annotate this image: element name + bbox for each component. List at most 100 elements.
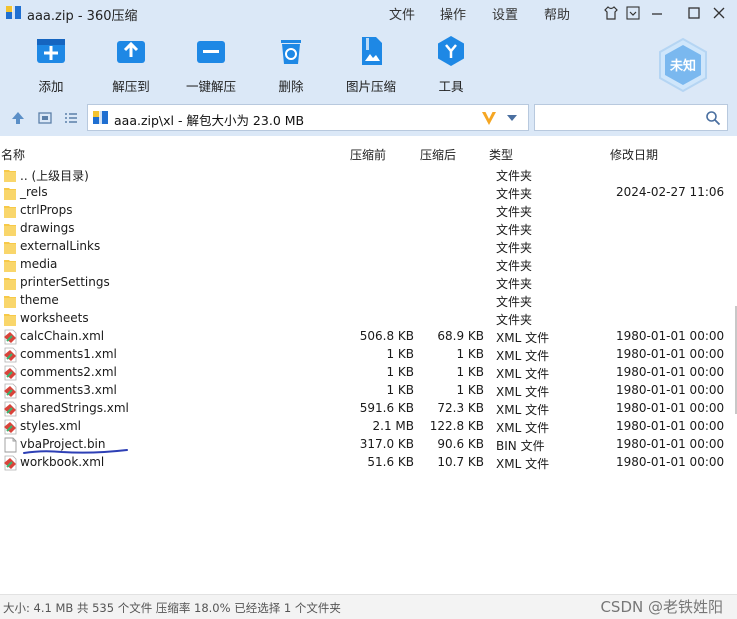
delete-button[interactable]: 删除	[256, 34, 326, 94]
column-header-after[interactable]: 压缩后	[420, 146, 456, 163]
table-row[interactable]: printerSettings 文件夹	[0, 274, 737, 292]
add-icon	[37, 39, 65, 63]
folder-icon	[4, 188, 16, 200]
table-row[interactable]: ctrlProps 文件夹	[0, 202, 737, 220]
one-click-extract-label: 一键解压	[185, 79, 236, 94]
badge-label: 未知	[669, 59, 696, 74]
file-rows: .. (上级目录) 文件夹 _rels 文件夹 2024-02-27 11:06 ctrl…	[0, 166, 737, 472]
file-type: XML 文件	[496, 457, 550, 471]
file-type: XML 文件	[496, 349, 550, 363]
modified-date: 1980-01-01 00:00	[616, 347, 725, 361]
tools-label: 工具	[438, 79, 464, 94]
add-button[interactable]: 添加	[16, 34, 86, 94]
up-arrow-icon[interactable]	[10, 110, 26, 126]
table-row[interactable]: externalLinks 文件夹	[0, 238, 737, 256]
table-row[interactable]: .. (上级目录) 文件夹	[0, 166, 737, 184]
file-name: comments3.xml	[20, 383, 117, 397]
table-row[interactable]: styles.xml 2.1 MB 122.8 KB XML 文件 1980-01-01…	[0, 418, 737, 436]
file-name: externalLinks	[20, 239, 101, 253]
close-icon	[713, 7, 725, 19]
file-name: drawings	[20, 221, 75, 235]
table-row[interactable]: media 文件夹	[0, 256, 737, 274]
thumbnail-view-icon[interactable]	[37, 110, 53, 126]
table-row[interactable]: comments1.xml 1 KB 1 KB XML 文件 1980-01-01 00…	[0, 346, 737, 364]
dropdown-arrow-icon[interactable]	[506, 114, 518, 122]
file-name: ctrlProps	[20, 203, 73, 217]
extract-to-label: 解压到	[112, 79, 150, 94]
minimize-button[interactable]	[647, 3, 667, 23]
menu-operate[interactable]: 操作	[440, 4, 466, 23]
size-after: 1 KB	[456, 365, 484, 379]
folder-icon	[4, 224, 16, 236]
one-click-extract-button[interactable]: 一键解压	[176, 34, 246, 94]
modified-date: 2024-02-27 11:06	[616, 185, 725, 199]
size-after: 1 KB	[456, 347, 484, 361]
table-row[interactable]: comments2.xml 1 KB 1 KB XML 文件 1980-01-01 00…	[0, 364, 737, 382]
menu-help[interactable]: 帮助	[544, 4, 570, 23]
xml-file-icon	[4, 455, 17, 471]
file-type: 文件夹	[496, 241, 533, 255]
skin-button[interactable]	[601, 3, 621, 23]
column-header-name[interactable]: 名称	[1, 146, 25, 163]
image-compress-button[interactable]: 图片压缩	[336, 34, 406, 94]
column-header-type[interactable]: 类型	[489, 146, 513, 163]
archive-app-icon	[6, 6, 21, 19]
modified-date: 1980-01-01 00:00	[616, 329, 725, 343]
size-after: 10.7 KB	[437, 455, 484, 469]
one-click-extract-icon	[197, 41, 225, 63]
column-header-before[interactable]: 压缩前	[350, 146, 386, 163]
size-after: 122.8 KB	[429, 419, 484, 433]
folder-icon	[4, 242, 16, 254]
file-name: theme	[20, 293, 59, 307]
table-row[interactable]: worksheets 文件夹	[0, 310, 737, 328]
table-row[interactable]: drawings 文件夹	[0, 220, 737, 238]
status-text: 大小: 4.1 MB 共 535 个文件 压缩率 18.0% 已经选择 1 个文…	[3, 601, 341, 615]
file-name: worksheets	[20, 311, 89, 325]
xml-file-icon	[4, 419, 17, 435]
minimize-icon	[652, 13, 662, 15]
menu-file[interactable]: 文件	[389, 4, 415, 23]
size-after: 1 KB	[456, 383, 484, 397]
file-name: calcChain.xml	[20, 329, 105, 343]
file-name: .. (上级目录)	[20, 169, 89, 183]
bin-file-icon	[4, 437, 17, 453]
xml-file-icon	[4, 347, 17, 363]
column-header-date[interactable]: 修改日期	[610, 146, 658, 163]
size-after: 72.3 KB	[437, 401, 484, 415]
file-name: sharedStrings.xml	[20, 401, 129, 415]
file-name: styles.xml	[20, 419, 81, 433]
size-before: 506.8 KB	[359, 329, 414, 343]
table-row[interactable]: _rels 文件夹 2024-02-27 11:06	[0, 184, 737, 202]
tools-icon	[438, 36, 464, 66]
table-row[interactable]: comments3.xml 1 KB 1 KB XML 文件 1980-01-01 00…	[0, 382, 737, 400]
maximize-button[interactable]	[684, 3, 704, 23]
address-bar[interactable]: aaa.zip\xl - 解包大小为 23.0 MB	[87, 104, 529, 131]
table-row[interactable]: calcChain.xml 506.8 KB 68.9 KB XML 文件 1980-0…	[0, 328, 737, 346]
address-row: aaa.zip\xl - 解包大小为 23.0 MB	[0, 100, 737, 136]
file-name: _rels	[20, 185, 48, 199]
file-name: media	[20, 257, 58, 271]
close-button[interactable]	[709, 3, 729, 23]
file-type: XML 文件	[496, 331, 550, 345]
file-type: 文件夹	[496, 187, 533, 201]
list-view-icon[interactable]	[63, 110, 79, 126]
size-after: 68.9 KB	[437, 329, 484, 343]
extract-to-button[interactable]: 解压到	[96, 34, 166, 94]
menu-settings[interactable]: 设置	[492, 4, 518, 23]
size-before: 317.0 KB	[359, 437, 414, 451]
window-title: aaa.zip - 360压缩	[27, 9, 138, 24]
file-type: XML 文件	[496, 385, 550, 399]
watermark: CSDN @老铁姓阳	[600, 598, 723, 616]
folder-icon	[4, 206, 16, 218]
table-row[interactable]: sharedStrings.xml 591.6 KB 72.3 KB XML 文件 19…	[0, 400, 737, 418]
search-input[interactable]	[534, 104, 728, 131]
modified-date: 1980-01-01 00:00	[616, 365, 725, 379]
unknown-badge[interactable]: 未知	[655, 37, 711, 93]
table-row[interactable]: theme 文件夹	[0, 292, 737, 310]
archive-icon	[93, 111, 108, 124]
size-before: 1 KB	[386, 383, 414, 397]
options-button[interactable]	[623, 3, 643, 23]
tools-button[interactable]: 工具	[416, 34, 486, 94]
folder-icon	[4, 260, 16, 272]
v-logo-icon[interactable]	[480, 109, 498, 127]
